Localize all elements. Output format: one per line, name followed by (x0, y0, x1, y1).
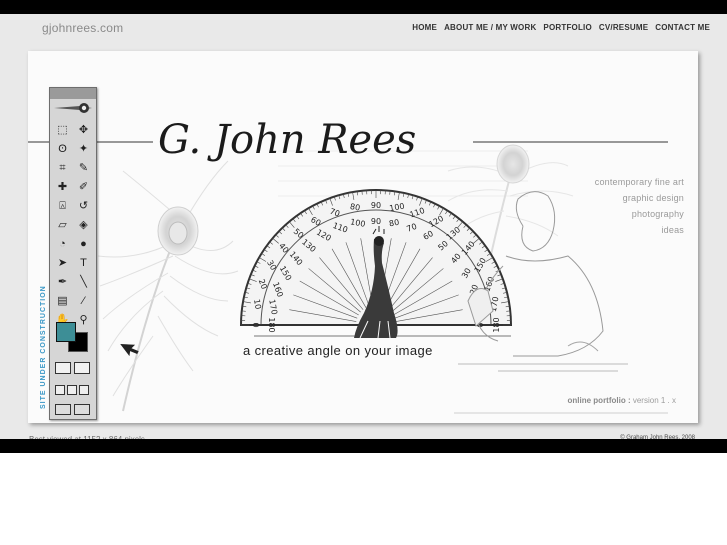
protractor-outer-label: 0 (251, 322, 260, 327)
move-icon[interactable]: ✥ (74, 121, 93, 139)
protractor-outer-label: 10 (252, 298, 263, 310)
hero-title: G. John Rees (158, 117, 416, 163)
peacock-feather-left (97, 160, 239, 412)
screen-mode-full-menu-icon[interactable] (67, 385, 77, 395)
version-label: online portfolio : version 1 . x (568, 396, 676, 405)
bottom-black-bar (0, 439, 727, 453)
slice-icon[interactable]: ✎ (74, 159, 93, 177)
nav-portfolio[interactable]: PORTFOLIO (543, 23, 591, 32)
menu-ideas[interactable]: ideas (595, 222, 684, 238)
dodge-icon[interactable]: ● (74, 235, 93, 253)
path-select-icon[interactable]: ➤ (53, 254, 72, 272)
type-icon[interactable]: T (74, 254, 93, 272)
stamp-icon[interactable]: ⍓ (53, 197, 72, 215)
screen-mode-buttons (55, 385, 89, 395)
tagline: a creative angle on your image (243, 343, 433, 358)
screen-mode-standard-icon[interactable] (55, 385, 65, 395)
protractor-inner-label: 180 (267, 317, 276, 332)
mask-mode-buttons (55, 362, 90, 374)
site-url: gjohnrees.com (42, 21, 124, 35)
notes-icon[interactable]: ▤ (53, 292, 72, 310)
nav-cv-resume[interactable]: CV/RESUME (599, 23, 648, 32)
feather-logo-icon (54, 103, 92, 113)
version-value: version 1 . x (632, 396, 676, 405)
brush-icon[interactable]: ✐ (74, 178, 93, 196)
foreground-color-swatch[interactable] (56, 322, 76, 342)
screen-mode-full-icon[interactable] (79, 385, 89, 395)
file-browser-icon[interactable] (74, 404, 90, 415)
top-black-bar (0, 0, 727, 14)
history-brush-icon[interactable]: ↺ (74, 197, 93, 215)
crop-icon[interactable]: ⌗ (53, 159, 72, 177)
standard-mode-icon[interactable] (55, 362, 71, 374)
nav-about[interactable]: ABOUT ME / MY WORK (444, 23, 536, 32)
jump-buttons (55, 404, 90, 415)
menu-contemporary-fine-art[interactable]: contemporary fine art (595, 174, 684, 190)
blur-icon[interactable]: ◔ (53, 235, 72, 253)
menu-graphic-design[interactable]: graphic design (595, 190, 684, 206)
healing-icon[interactable]: ✚ (53, 178, 72, 196)
main-nav: HOME ABOUT ME / MY WORK PORTFOLIO CV/RES… (412, 23, 710, 32)
hero-canvas: G. John Rees 0 10 20 30 40 50 60 70 80 90 100 110 12… (28, 51, 698, 423)
line-icon[interactable]: ╲ (74, 273, 93, 291)
jump-to-imageready-icon[interactable] (55, 404, 71, 415)
version-prefix: online portfolio : (567, 396, 631, 405)
tool-grid: ⬚ ✥ ʘ ✦ ⌗ ✎ ✚ ✐ ⍓ ↺ ▱ ◈ ◔ ● ➤ T ✒ ╲ ▤ ⁄ ✋ ⚲ (53, 121, 93, 329)
protractor-outer-label: 180 (492, 317, 501, 332)
lasso-icon[interactable]: ʘ (53, 140, 72, 158)
protractor-inner-label: 90 (371, 217, 381, 226)
protractor-inner-label: 80 (388, 218, 400, 229)
photoshop-toolbox: ⬚ ✥ ʘ ✦ ⌗ ✎ ✚ ✐ ⍓ ↺ ▱ ◈ ◔ ● ➤ T ✒ ╲ ▤ ⁄ ✋ ⚲ (49, 87, 97, 420)
section-menu: contemporary fine art graphic design pho… (595, 174, 684, 238)
magic-wand-icon[interactable]: ✦ (74, 140, 93, 158)
protractor-outer-label: 80 (349, 202, 361, 213)
menu-photography[interactable]: photography (595, 206, 684, 222)
color-swatches[interactable] (56, 322, 92, 354)
nav-contact[interactable]: CONTACT ME (655, 23, 710, 32)
pen-icon[interactable]: ✒ (53, 273, 72, 291)
protractor-outer-label: 90 (371, 201, 381, 210)
quick-mask-icon[interactable] (74, 362, 90, 374)
bucket-icon[interactable]: ◈ (74, 216, 93, 234)
eraser-icon[interactable]: ▱ (53, 216, 72, 234)
site-under-construction-label: SITE UNDER CONSTRUCTION (40, 285, 47, 409)
toolbox-titlebar[interactable] (50, 88, 96, 99)
nav-home[interactable]: HOME (412, 23, 437, 32)
page-frame: gjohnrees.com HOME ABOUT ME / MY WORK PO… (0, 14, 727, 444)
eyedropper-icon[interactable]: ⁄ (74, 292, 93, 310)
marquee-icon[interactable]: ⬚ (53, 121, 72, 139)
